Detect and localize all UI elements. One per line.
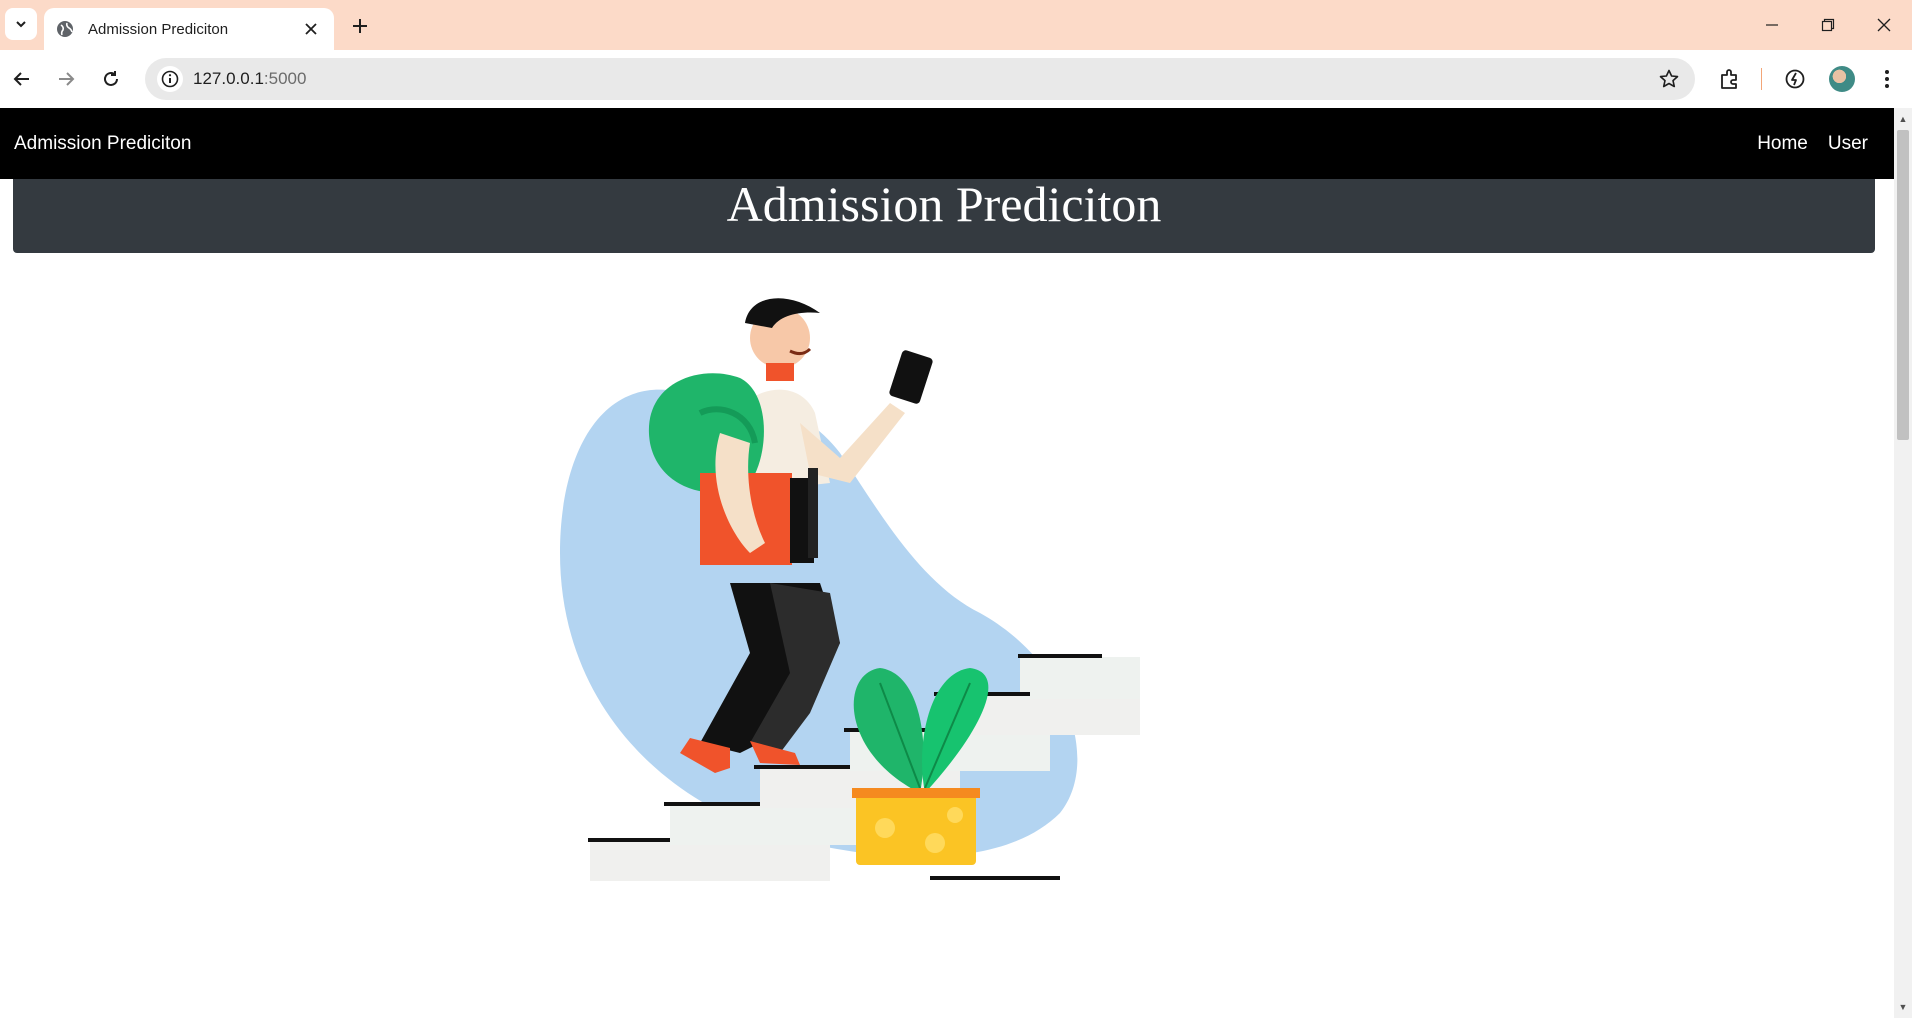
- profile-avatar[interactable]: [1829, 66, 1855, 92]
- menu-kebab-icon[interactable]: [1871, 63, 1903, 95]
- arrow-left-icon: [13, 72, 29, 86]
- navbar-links: Home User: [1757, 133, 1880, 155]
- tab-title: Admission Prediciton: [88, 20, 229, 38]
- navbar-brand[interactable]: Admission Prediciton: [14, 133, 1757, 155]
- hero-title: Admission Prediciton: [726, 176, 1162, 232]
- url-port: :5000: [263, 69, 307, 88]
- page-viewport: Admission Prediciton Home User Admission…: [0, 108, 1894, 1018]
- plus-icon: [353, 19, 367, 33]
- back-button[interactable]: [6, 63, 38, 95]
- chevron-down-icon: [16, 21, 26, 28]
- close-icon[interactable]: [300, 18, 322, 40]
- restore-button[interactable]: [1808, 10, 1848, 40]
- close-icon: [1877, 18, 1891, 32]
- performance-icon[interactable]: [1779, 63, 1811, 95]
- restore-icon: [1821, 18, 1835, 32]
- student-climbing-stairs-illustration: [560, 298, 1140, 881]
- reload-icon: [104, 71, 118, 86]
- hero-banner: Admission Prediciton: [13, 176, 1875, 253]
- reload-button[interactable]: [95, 63, 127, 95]
- url-text[interactable]: 127.0.0.1:5000: [193, 69, 306, 89]
- tab-search-button[interactable]: [5, 8, 37, 40]
- arrow-right-icon: [59, 72, 75, 86]
- globe-icon: [57, 21, 73, 37]
- close-window-button[interactable]: [1864, 10, 1904, 40]
- nav-link-home[interactable]: Home: [1757, 133, 1808, 155]
- minimize-icon: [1766, 24, 1778, 26]
- site-info-icon[interactable]: [157, 66, 183, 92]
- scroll-up-arrow-icon[interactable]: ▲: [1894, 110, 1912, 128]
- minimize-button[interactable]: [1752, 10, 1792, 40]
- nav-link-user[interactable]: User: [1828, 133, 1868, 155]
- forward-button[interactable]: [50, 63, 82, 95]
- scroll-down-arrow-icon[interactable]: ▼: [1894, 998, 1912, 1016]
- extensions-icon[interactable]: [1714, 63, 1746, 95]
- scrollbar-thumb[interactable]: [1897, 130, 1909, 440]
- browser-tab[interactable]: Admission Prediciton: [44, 8, 334, 50]
- site-navbar: Admission Prediciton Home User: [0, 108, 1894, 179]
- new-tab-button[interactable]: [346, 12, 374, 40]
- toolbar-divider: [1761, 68, 1762, 90]
- url-host: 127.0.0.1: [193, 69, 264, 88]
- bookmark-star-icon[interactable]: [1657, 67, 1681, 91]
- browser-tab-strip: Admission Prediciton: [0, 0, 1912, 50]
- page-scrollbar[interactable]: ▲ ▼: [1894, 108, 1912, 1018]
- address-bar[interactable]: 127.0.0.1:5000: [145, 58, 1695, 100]
